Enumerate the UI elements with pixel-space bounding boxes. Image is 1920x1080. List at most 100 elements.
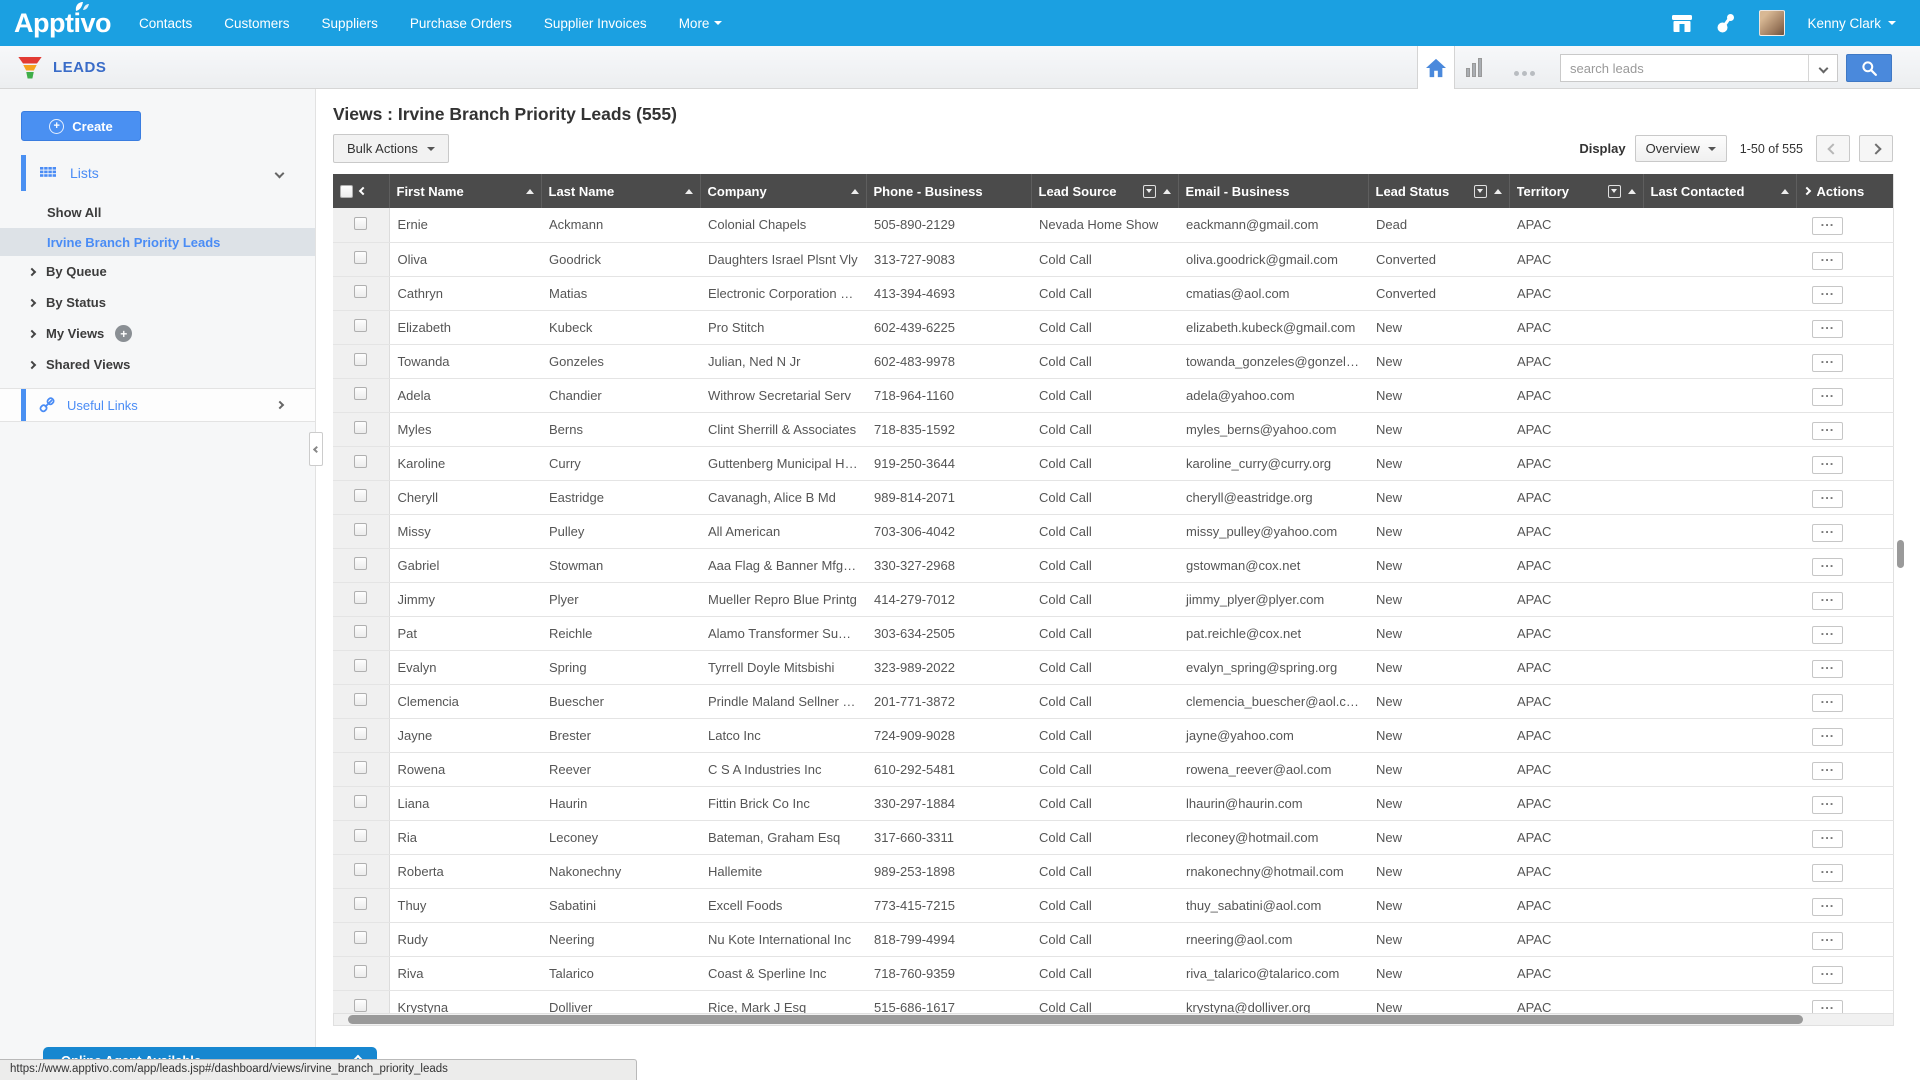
row-checkbox[interactable] bbox=[354, 353, 367, 366]
expand-columns-icon[interactable] bbox=[1804, 187, 1811, 195]
row-checkbox[interactable] bbox=[354, 727, 367, 740]
search-options-dropdown[interactable] bbox=[1808, 55, 1837, 81]
filter-icon[interactable] bbox=[1143, 185, 1156, 198]
row-actions-button[interactable] bbox=[1812, 354, 1843, 372]
column-header-last-name[interactable]: Last Name bbox=[541, 174, 700, 208]
sidebar-item-shared-views[interactable]: Shared Views bbox=[0, 349, 315, 380]
vertical-scrollbar-thumb[interactable] bbox=[1897, 540, 1904, 568]
row-checkbox[interactable] bbox=[354, 387, 367, 400]
sidebar-collapse-handle[interactable] bbox=[309, 432, 323, 466]
nav-item-customers[interactable]: Customers bbox=[224, 16, 289, 31]
sort-asc-icon[interactable] bbox=[1163, 189, 1171, 194]
sort-asc-icon[interactable] bbox=[1494, 189, 1502, 194]
sidebar-item-show-all[interactable]: Show All bbox=[0, 199, 315, 226]
row-checkbox[interactable] bbox=[354, 999, 367, 1012]
row-checkbox[interactable] bbox=[354, 489, 367, 502]
horizontal-scrollbar-thumb[interactable] bbox=[348, 1015, 1803, 1024]
row-actions-button[interactable] bbox=[1812, 592, 1843, 610]
row-checkbox[interactable] bbox=[354, 693, 367, 706]
row-checkbox[interactable] bbox=[354, 795, 367, 808]
row-actions-button[interactable] bbox=[1812, 490, 1843, 508]
filter-icon[interactable] bbox=[1608, 185, 1621, 198]
row-actions-button[interactable] bbox=[1812, 694, 1843, 712]
row-actions-button[interactable] bbox=[1812, 286, 1843, 304]
sort-asc-icon[interactable] bbox=[851, 189, 859, 194]
row-checkbox[interactable] bbox=[354, 319, 367, 332]
column-header-company[interactable]: Company bbox=[700, 174, 866, 208]
horizontal-scrollbar[interactable] bbox=[333, 1013, 1894, 1026]
previous-page-button[interactable] bbox=[1816, 135, 1850, 162]
row-actions-button[interactable] bbox=[1812, 660, 1843, 678]
home-button[interactable] bbox=[1417, 46, 1455, 89]
row-actions-button[interactable] bbox=[1812, 252, 1843, 270]
collapse-column-icon[interactable] bbox=[359, 187, 367, 195]
search-input[interactable] bbox=[1561, 55, 1808, 81]
row-actions-button[interactable] bbox=[1812, 1000, 1843, 1014]
sort-asc-icon[interactable] bbox=[526, 189, 534, 194]
sidebar-item-irvine-branch-priority-leads[interactable]: Irvine Branch Priority Leads bbox=[0, 228, 315, 256]
reports-icon[interactable] bbox=[1466, 57, 1482, 77]
column-header-phone-business[interactable]: Phone - Business bbox=[866, 174, 1031, 208]
column-header-first-name[interactable]: First Name bbox=[389, 174, 541, 208]
row-actions-button[interactable] bbox=[1812, 830, 1843, 848]
nav-item-purchase-orders[interactable]: Purchase Orders bbox=[410, 16, 512, 31]
user-avatar[interactable] bbox=[1759, 10, 1785, 36]
filter-icon[interactable] bbox=[1474, 185, 1487, 198]
row-checkbox[interactable] bbox=[354, 421, 367, 434]
row-checkbox[interactable] bbox=[354, 523, 367, 536]
row-checkbox[interactable] bbox=[354, 557, 367, 570]
sidebar-item-by-status[interactable]: By Status bbox=[0, 287, 315, 318]
column-header-lead-status[interactable]: Lead Status bbox=[1368, 174, 1509, 208]
row-actions-button[interactable] bbox=[1812, 966, 1843, 984]
column-header-email-business[interactable]: Email - Business bbox=[1178, 174, 1368, 208]
row-actions-button[interactable] bbox=[1812, 796, 1843, 814]
row-actions-button[interactable] bbox=[1812, 898, 1843, 916]
more-tools-icon[interactable] bbox=[1514, 71, 1535, 76]
row-checkbox[interactable] bbox=[354, 761, 367, 774]
sort-asc-icon[interactable] bbox=[1781, 189, 1789, 194]
display-mode-select[interactable]: Overview bbox=[1635, 135, 1727, 162]
row-actions-button[interactable] bbox=[1812, 388, 1843, 406]
column-header-lead-source[interactable]: Lead Source bbox=[1031, 174, 1178, 208]
row-actions-button[interactable] bbox=[1812, 558, 1843, 576]
sort-asc-icon[interactable] bbox=[1628, 189, 1636, 194]
row-actions-button[interactable] bbox=[1812, 422, 1843, 440]
row-actions-button[interactable] bbox=[1812, 728, 1843, 746]
connections-icon[interactable] bbox=[1716, 13, 1737, 34]
row-actions-button[interactable] bbox=[1812, 762, 1843, 780]
row-actions-button[interactable] bbox=[1812, 456, 1843, 474]
row-actions-button[interactable] bbox=[1812, 864, 1843, 882]
nav-item-more[interactable]: More bbox=[679, 16, 723, 31]
sidebar-item-by-queue[interactable]: By Queue bbox=[0, 256, 315, 287]
row-checkbox[interactable] bbox=[354, 217, 367, 230]
select-all-checkbox[interactable] bbox=[340, 185, 353, 198]
row-actions-button[interactable] bbox=[1812, 932, 1843, 950]
column-header-territory[interactable]: Territory bbox=[1509, 174, 1643, 208]
add-view-icon[interactable]: + bbox=[115, 325, 132, 342]
nav-item-contacts[interactable]: Contacts bbox=[139, 16, 192, 31]
column-header-last-contacted[interactable]: Last Contacted bbox=[1643, 174, 1796, 208]
row-checkbox[interactable] bbox=[354, 285, 367, 298]
row-actions-button[interactable] bbox=[1812, 320, 1843, 338]
apptivo-logo[interactable]: Apptivo bbox=[14, 8, 111, 39]
row-checkbox[interactable] bbox=[354, 625, 367, 638]
user-menu[interactable]: Kenny Clark bbox=[1807, 16, 1896, 31]
sidebar-section-lists[interactable]: Lists bbox=[0, 155, 315, 191]
sidebar-item-my-views[interactable]: My Views+ bbox=[0, 318, 315, 349]
row-checkbox[interactable] bbox=[354, 965, 367, 978]
nav-item-suppliers[interactable]: Suppliers bbox=[322, 16, 378, 31]
search-button[interactable] bbox=[1846, 54, 1892, 82]
row-actions-button[interactable] bbox=[1812, 626, 1843, 644]
create-button[interactable]: + Create bbox=[21, 111, 141, 141]
row-checkbox[interactable] bbox=[354, 591, 367, 604]
row-actions-button[interactable] bbox=[1812, 524, 1843, 542]
store-icon[interactable] bbox=[1670, 13, 1694, 34]
column-header-actions[interactable]: Actions bbox=[1796, 174, 1893, 208]
bulk-actions-button[interactable]: Bulk Actions bbox=[333, 134, 449, 163]
row-checkbox[interactable] bbox=[354, 251, 367, 264]
row-checkbox[interactable] bbox=[354, 863, 367, 876]
row-checkbox[interactable] bbox=[354, 829, 367, 842]
next-page-button[interactable] bbox=[1859, 135, 1893, 162]
row-actions-button[interactable] bbox=[1812, 217, 1843, 235]
sort-asc-icon[interactable] bbox=[685, 189, 693, 194]
